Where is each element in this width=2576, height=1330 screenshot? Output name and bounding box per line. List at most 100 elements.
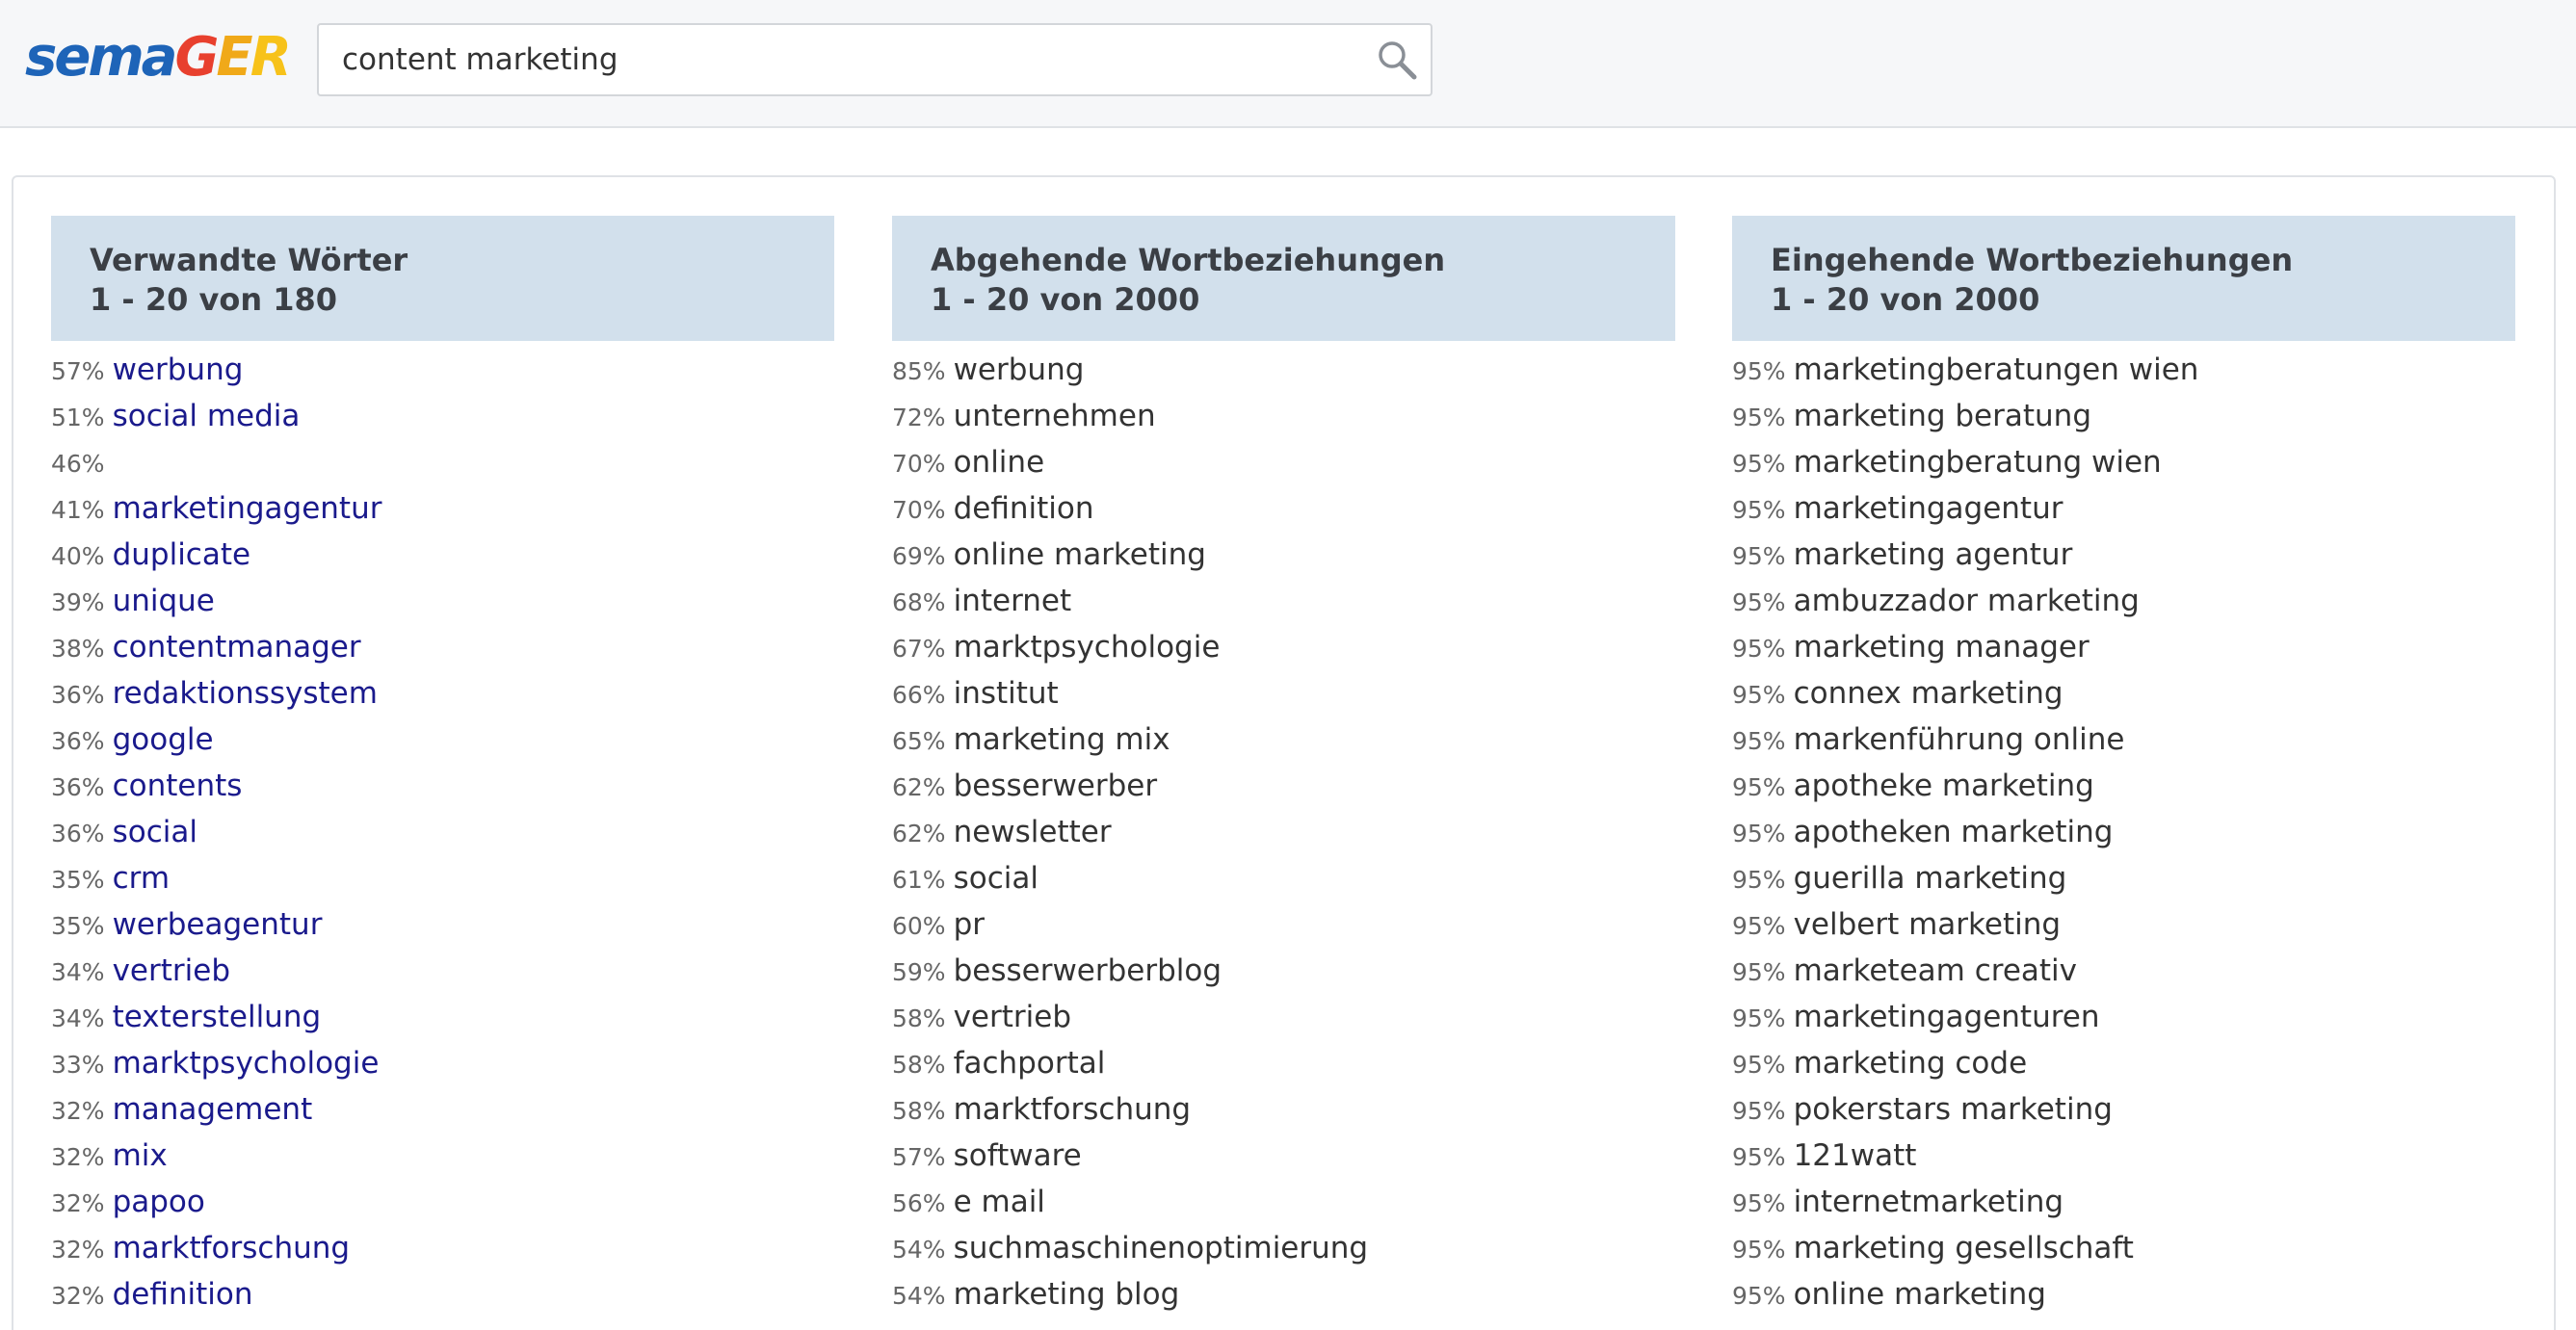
relevance-percent: 38%	[51, 635, 105, 663]
list-item[interactable]: 38% contentmanager	[51, 626, 834, 672]
word-link[interactable]: marketingagentur	[113, 491, 382, 526]
word-link[interactable]: management	[113, 1092, 313, 1127]
list-item: 95% marketing gesellschaft	[1732, 1227, 2515, 1273]
relevance-percent: 46%	[51, 450, 105, 478]
word-link[interactable]: texterstellung	[113, 1000, 322, 1034]
search-icon[interactable]	[1363, 25, 1431, 94]
word-link[interactable]: vertrieb	[113, 953, 230, 988]
column-header: Eingehende Wortbeziehungen 1 - 20 von 20…	[1732, 216, 2515, 341]
list-item: 67% marktpsychologie	[892, 626, 1675, 672]
list-item: 95% marketeam creativ	[1732, 950, 2515, 996]
logo-letter-r: R	[250, 26, 292, 89]
top-bar: sema G E R	[0, 0, 2576, 128]
list-item[interactable]: 34% texterstellung	[51, 996, 834, 1042]
list-item[interactable]: 51% social media	[51, 395, 834, 441]
word-link: institut	[953, 676, 1059, 711]
word-link[interactable]: werbeagentur	[113, 907, 323, 942]
list-item[interactable]: 39% unique	[51, 580, 834, 626]
relevance-percent: 70%	[892, 450, 946, 478]
relevance-percent: 85%	[892, 357, 946, 385]
relevance-percent: 36%	[51, 727, 105, 755]
word-link: online marketing	[1793, 1277, 2046, 1312]
list-item[interactable]: 40% duplicate	[51, 534, 834, 580]
relevance-percent: 62%	[892, 820, 946, 848]
list-item: 58% marktforschung	[892, 1088, 1675, 1134]
list-item: 95% marketingagentur	[1732, 487, 2515, 534]
list-item[interactable]: 36% google	[51, 718, 834, 765]
relevance-percent: 69%	[892, 542, 946, 570]
word-link[interactable]: contentmanager	[113, 630, 361, 665]
column-incoming-relations: Eingehende Wortbeziehungen 1 - 20 von 20…	[1732, 216, 2515, 1319]
list-item[interactable]: 32% mix	[51, 1134, 834, 1181]
relevance-percent: 62%	[892, 773, 946, 801]
list-item[interactable]: 32% definition	[51, 1273, 834, 1319]
list-item[interactable]: 32% management	[51, 1088, 834, 1134]
relevance-percent: 59%	[892, 958, 946, 986]
word-link: pokerstars marketing	[1793, 1092, 2113, 1127]
list-item: 95% markenführung online	[1732, 718, 2515, 765]
list-item: 56% e mail	[892, 1181, 1675, 1227]
relevance-percent: 65%	[892, 727, 946, 755]
list-item[interactable]: 32% papoo	[51, 1181, 834, 1227]
word-link[interactable]: google	[113, 722, 214, 757]
list-item[interactable]: 41% marketingagentur	[51, 487, 834, 534]
word-link[interactable]: social	[113, 815, 197, 849]
word-link[interactable]: social media	[113, 399, 301, 433]
list-item[interactable]: 36% social	[51, 811, 834, 857]
word-link[interactable]: werbung	[113, 352, 244, 387]
relevance-percent: 95%	[1732, 1004, 1786, 1032]
list-item: 70% definition	[892, 487, 1675, 534]
relevance-percent: 57%	[51, 357, 105, 385]
relevance-percent: 68%	[892, 588, 946, 616]
list-item[interactable]: 35% werbeagentur	[51, 903, 834, 950]
list-item: 95% pokerstars marketing	[1732, 1088, 2515, 1134]
relevance-percent: 72%	[892, 404, 946, 431]
relevance-percent: 70%	[892, 496, 946, 524]
list-item[interactable]: 33% marktpsychologie	[51, 1042, 834, 1088]
word-link[interactable]: mix	[113, 1138, 168, 1173]
list-item[interactable]: 36% contents	[51, 765, 834, 811]
list-item[interactable]: 57% werbung	[51, 349, 834, 395]
relevance-percent: 32%	[51, 1189, 105, 1217]
word-list: 57% werbung 51% social media 46% 41% marketing…	[51, 341, 834, 1319]
word-link[interactable]: contents	[113, 769, 243, 803]
search-box	[317, 23, 1433, 96]
semager-logo[interactable]: sema G E R	[25, 26, 292, 89]
list-item[interactable]: 32% marktforschung	[51, 1227, 834, 1273]
word-link: suchmaschinenoptimierung	[953, 1231, 1369, 1265]
list-item[interactable]: 36% redaktionssystem	[51, 672, 834, 718]
relevance-percent: 34%	[51, 1004, 105, 1032]
word-link[interactable]: marktforschung	[113, 1231, 351, 1265]
list-item: 58% vertrieb	[892, 996, 1675, 1042]
relevance-percent: 95%	[1732, 1282, 1786, 1310]
relevance-percent: 95%	[1732, 1189, 1786, 1217]
list-item[interactable]: 34% vertrieb	[51, 950, 834, 996]
list-item: 54% marketing blog	[892, 1273, 1675, 1319]
list-item: 95% online marketing	[1732, 1273, 2515, 1319]
relevance-percent: 95%	[1732, 1051, 1786, 1079]
word-link: online marketing	[953, 537, 1206, 572]
word-link[interactable]: definition	[113, 1277, 253, 1312]
list-item: 59% besserwerberblog	[892, 950, 1675, 996]
word-link[interactable]: duplicate	[113, 537, 251, 572]
relevance-percent: 51%	[51, 404, 105, 431]
search-input[interactable]	[319, 25, 1363, 94]
word-link[interactable]: marktpsychologie	[113, 1046, 380, 1081]
word-link[interactable]: crm	[113, 861, 170, 896]
column-range: 1 - 20 von 2000	[1771, 281, 2040, 318]
relevance-percent: 95%	[1732, 1097, 1786, 1125]
word-link: marketing beratung	[1793, 399, 2092, 433]
column-related-words: Verwandte Wörter 1 - 20 von 180 57% werbu…	[51, 216, 834, 1319]
relevance-percent: 95%	[1732, 588, 1786, 616]
list-item[interactable]: 46%	[51, 441, 834, 487]
list-item[interactable]: 35% crm	[51, 857, 834, 903]
word-link[interactable]: redaktionssystem	[113, 676, 378, 711]
list-item: 95% velbert marketing	[1732, 903, 2515, 950]
word-link: velbert marketing	[1793, 907, 2062, 942]
column-range: 1 - 20 von 180	[90, 281, 338, 318]
column-header: Abgehende Wortbeziehungen 1 - 20 von 200…	[892, 216, 1675, 341]
word-link[interactable]: unique	[113, 584, 215, 618]
word-link[interactable]: papoo	[113, 1185, 205, 1219]
relevance-percent: 95%	[1732, 542, 1786, 570]
word-link: fachportal	[953, 1046, 1106, 1081]
